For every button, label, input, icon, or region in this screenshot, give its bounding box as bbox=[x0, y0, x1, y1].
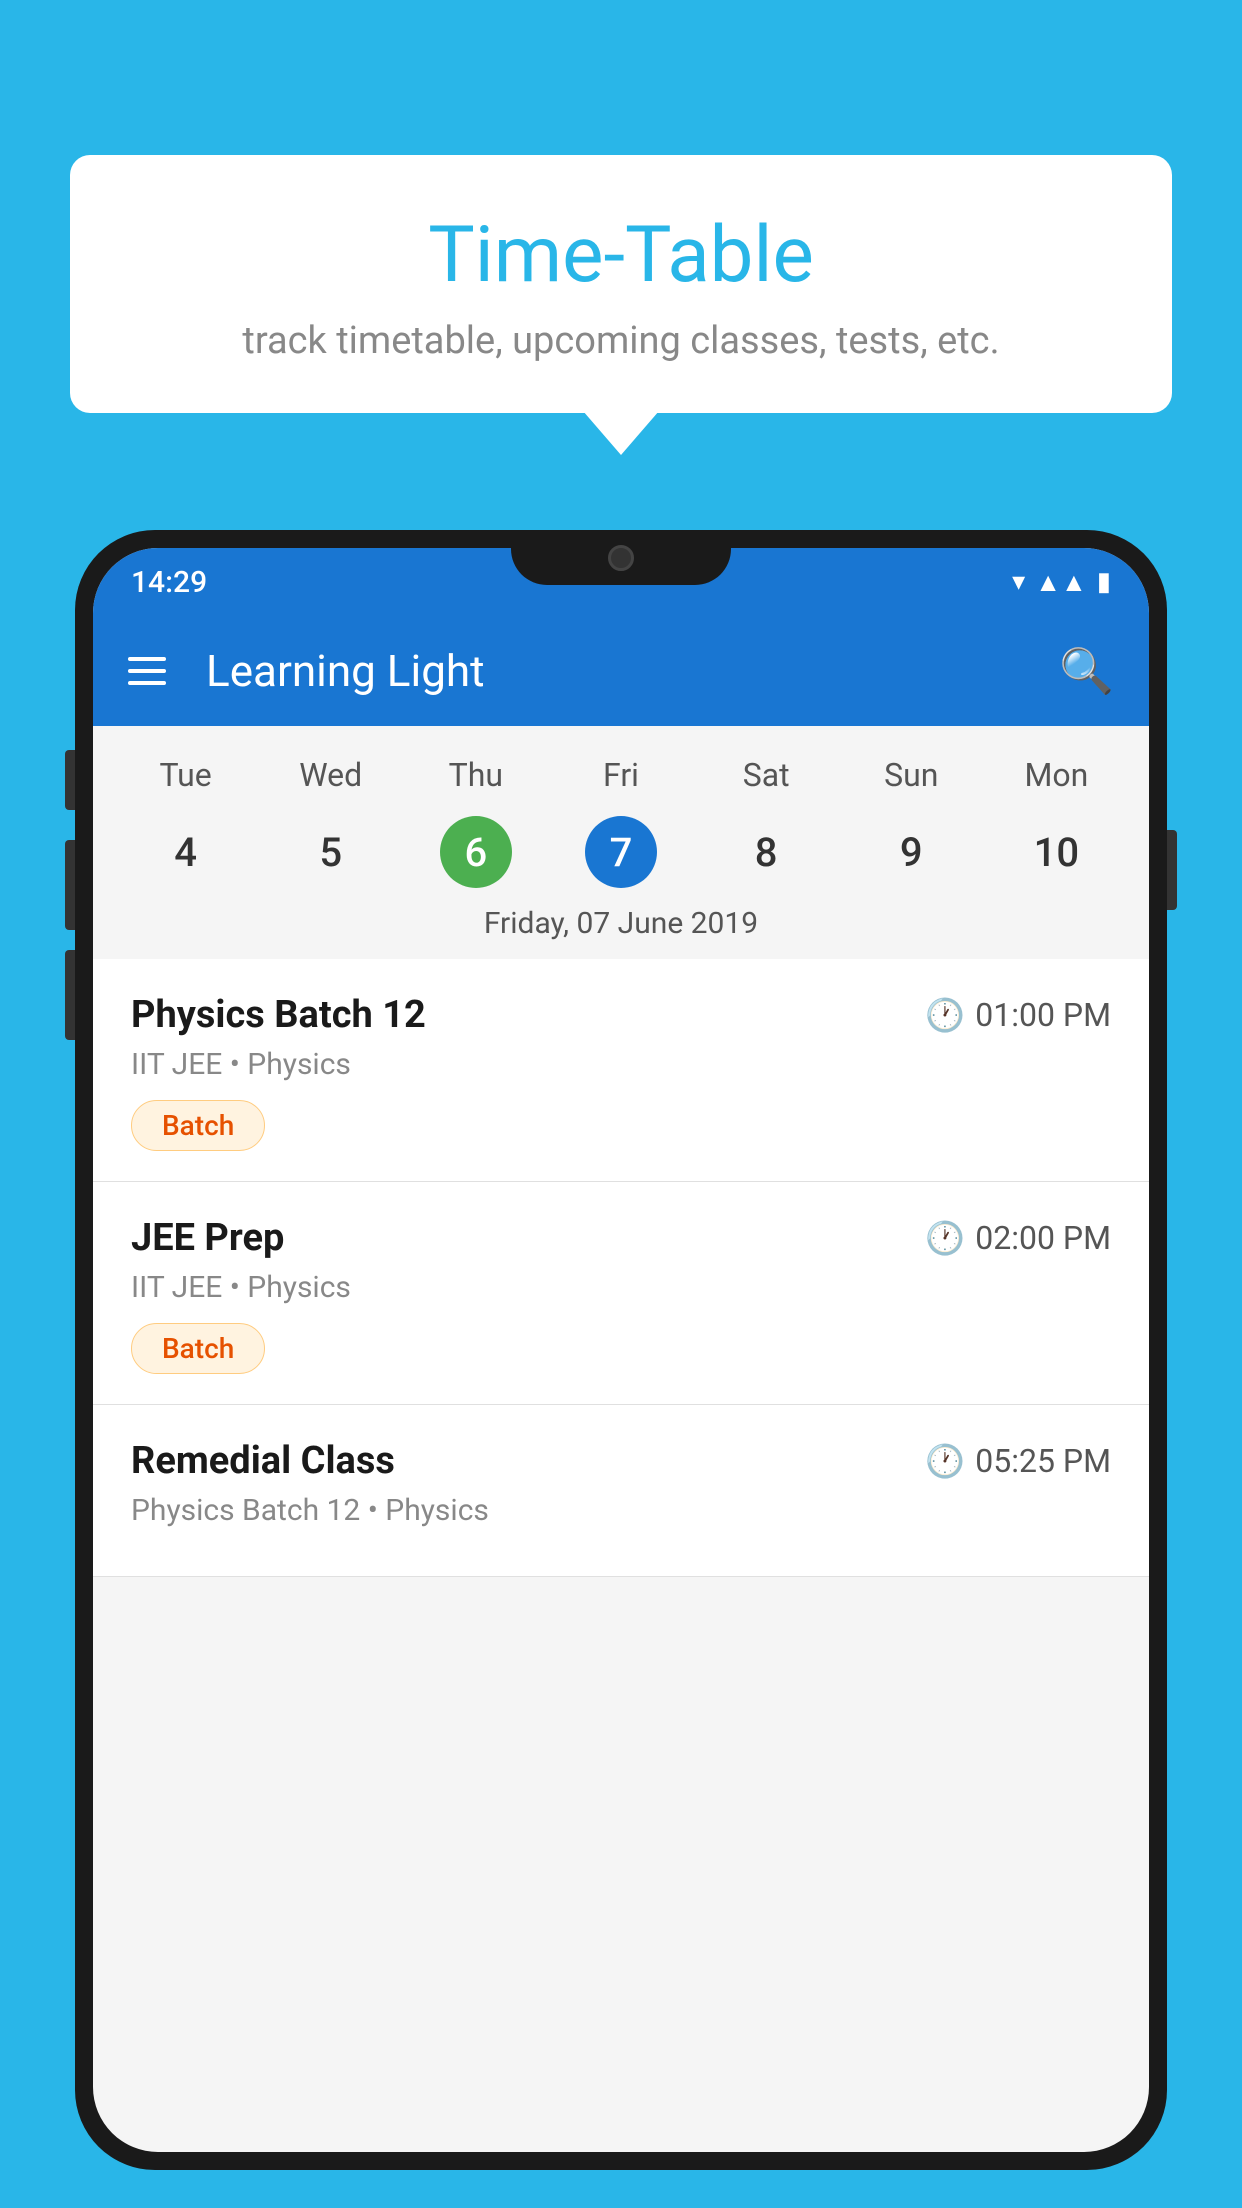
batch-badge-2: Batch bbox=[131, 1323, 265, 1374]
hamburger-menu-button[interactable] bbox=[128, 657, 166, 685]
phone-outer: 14:29 ▾ ▲▲ ▮ Learning Light 🔍 bbox=[75, 530, 1167, 2170]
class-list: Physics Batch 12 🕐 01:00 PM IIT JEE • Ph… bbox=[93, 959, 1149, 1577]
phone-notch bbox=[511, 530, 731, 585]
day-header-tue: Tue bbox=[113, 746, 258, 804]
volume-silent-button bbox=[65, 750, 75, 810]
speech-bubble: Time-Table track timetable, upcoming cla… bbox=[70, 155, 1172, 413]
class-meta-1: IIT JEE • Physics bbox=[131, 1047, 1111, 1082]
speech-bubble-container: Time-Table track timetable, upcoming cla… bbox=[70, 155, 1172, 413]
day-9[interactable]: 9 bbox=[839, 812, 984, 892]
day-header-thu: Thu bbox=[403, 746, 548, 804]
class-time-value-3: 05:25 PM bbox=[975, 1442, 1111, 1480]
day-numbers: 4 5 6 7 8 9 10 bbox=[93, 812, 1149, 892]
class-item-jee-prep[interactable]: JEE Prep 🕐 02:00 PM IIT JEE • Physics Ba… bbox=[93, 1182, 1149, 1405]
class-name-1: Physics Batch 12 bbox=[131, 993, 426, 1037]
class-item-remedial[interactable]: Remedial Class 🕐 05:25 PM Physics Batch … bbox=[93, 1405, 1149, 1577]
front-camera bbox=[608, 545, 634, 571]
volume-down-button bbox=[65, 950, 75, 1040]
volume-up-button bbox=[65, 840, 75, 930]
class-name-3: Remedial Class bbox=[131, 1439, 395, 1483]
signal-icon: ▲▲ bbox=[1035, 567, 1086, 598]
selected-date-label: Friday, 07 June 2019 bbox=[93, 892, 1149, 959]
day-header-mon: Mon bbox=[984, 746, 1129, 804]
day-headers: Tue Wed Thu Fri Sat Sun Mon bbox=[93, 746, 1149, 804]
calendar-strip: Tue Wed Thu Fri Sat Sun Mon 4 5 6 7 8 9 … bbox=[93, 726, 1149, 959]
batch-badge-1: Batch bbox=[131, 1100, 265, 1151]
search-icon[interactable]: 🔍 bbox=[1059, 645, 1114, 697]
day-4[interactable]: 4 bbox=[113, 812, 258, 892]
phone-mockup: 14:29 ▾ ▲▲ ▮ Learning Light 🔍 bbox=[75, 530, 1167, 2208]
day-header-sat: Sat bbox=[694, 746, 839, 804]
day-10[interactable]: 10 bbox=[984, 812, 1129, 892]
app-title: Learning Light bbox=[206, 645, 1029, 697]
class-item-physics-batch-12[interactable]: Physics Batch 12 🕐 01:00 PM IIT JEE • Ph… bbox=[93, 959, 1149, 1182]
bubble-title: Time-Table bbox=[130, 210, 1112, 301]
class-meta-2: IIT JEE • Physics bbox=[131, 1270, 1111, 1305]
clock-icon-2: 🕐 bbox=[925, 1219, 965, 1257]
class-time-3: 🕐 05:25 PM bbox=[925, 1442, 1111, 1480]
day-7-selected[interactable]: 7 bbox=[548, 812, 693, 892]
class-time-1: 🕐 01:00 PM bbox=[925, 996, 1111, 1034]
status-icons: ▾ ▲▲ ▮ bbox=[1012, 567, 1111, 598]
class-item-header-2: JEE Prep 🕐 02:00 PM bbox=[131, 1216, 1111, 1260]
app-bar: Learning Light 🔍 bbox=[93, 616, 1149, 726]
bubble-subtitle: track timetable, upcoming classes, tests… bbox=[130, 319, 1112, 363]
power-button bbox=[1167, 830, 1177, 910]
day-8[interactable]: 8 bbox=[694, 812, 839, 892]
clock-icon-1: 🕐 bbox=[925, 996, 965, 1034]
wifi-icon: ▾ bbox=[1012, 567, 1025, 597]
phone-screen: 14:29 ▾ ▲▲ ▮ Learning Light 🔍 bbox=[93, 548, 1149, 2152]
class-item-header-1: Physics Batch 12 🕐 01:00 PM bbox=[131, 993, 1111, 1037]
day-header-fri: Fri bbox=[548, 746, 693, 804]
class-time-value-1: 01:00 PM bbox=[975, 996, 1111, 1034]
class-time-value-2: 02:00 PM bbox=[975, 1219, 1111, 1257]
class-item-header-3: Remedial Class 🕐 05:25 PM bbox=[131, 1439, 1111, 1483]
class-time-2: 🕐 02:00 PM bbox=[925, 1219, 1111, 1257]
class-name-2: JEE Prep bbox=[131, 1216, 284, 1260]
day-6-today[interactable]: 6 bbox=[403, 812, 548, 892]
day-header-sun: Sun bbox=[839, 746, 984, 804]
class-meta-3: Physics Batch 12 • Physics bbox=[131, 1493, 1111, 1528]
day-header-wed: Wed bbox=[258, 746, 403, 804]
status-time: 14:29 bbox=[131, 565, 207, 600]
clock-icon-3: 🕐 bbox=[925, 1442, 965, 1480]
day-5[interactable]: 5 bbox=[258, 812, 403, 892]
battery-icon: ▮ bbox=[1097, 567, 1111, 597]
